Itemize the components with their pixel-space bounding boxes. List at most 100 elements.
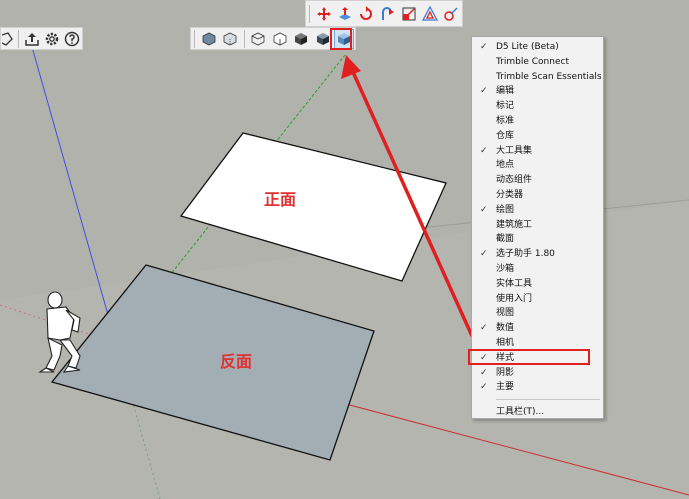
menu-item-label: 使用入门 — [496, 293, 533, 304]
left-toolbar — [0, 27, 83, 50]
menu-item-label: 绘图 — [496, 204, 515, 215]
xray-button[interactable] — [199, 29, 218, 49]
check-icon: ✓ — [480, 204, 488, 215]
menu-item-18[interactable]: 视图 — [472, 306, 603, 320]
menu-item-16[interactable]: 实体工具 — [472, 277, 603, 291]
menu-item-toolbars-dialog[interactable]: 工具栏(T)... — [472, 405, 603, 419]
menu-item-7[interactable]: ✓ 大工具集 — [472, 144, 603, 158]
check-icon: ✓ — [480, 42, 488, 52]
menu-item-label: 视图 — [496, 308, 515, 319]
menu-item-14[interactable]: ✓ 选子助手 1.80 — [472, 247, 603, 261]
toolbar-separator — [243, 29, 245, 48]
xray-icon — [202, 32, 216, 45]
highlight-box-style-button — [330, 28, 352, 50]
menu-item-19[interactable]: ✓ 数值 — [472, 321, 603, 335]
menu-item-label: 相机 — [496, 338, 515, 348]
wireframe-button[interactable] — [249, 29, 268, 49]
menu-item-0[interactable]: ✓ D5 Lite (Beta) — [472, 40, 603, 54]
menu-item-label: 数值 — [496, 323, 515, 334]
settings-button[interactable] — [43, 29, 61, 49]
top-toolbar — [305, 0, 463, 27]
rotate-tool-button[interactable] — [357, 4, 376, 24]
push-pull-tool-button[interactable] — [335, 4, 354, 24]
menu-item-5[interactable]: 标准 — [472, 114, 603, 128]
highlight-box-styles-item — [468, 349, 590, 365]
offset-icon — [422, 5, 439, 21]
partial-tool-button[interactable] — [2, 29, 14, 49]
tape-measure-icon — [444, 6, 458, 21]
menu-item-label: 选子助手 1.80 — [496, 249, 555, 260]
menu-item-9[interactable]: 动态组件 — [472, 173, 603, 187]
check-icon: ✓ — [480, 323, 488, 334]
move-icon — [316, 6, 331, 21]
partial-icon — [2, 31, 13, 46]
menu-item-6[interactable]: 仓库 — [472, 129, 603, 143]
check-icon: ✓ — [480, 145, 488, 156]
shaded-icon — [295, 32, 308, 45]
follow-me-tool-button[interactable] — [378, 4, 397, 24]
menu-item-2[interactable]: Trimble Scan Essentials — [472, 70, 603, 84]
rotate-icon — [360, 5, 373, 20]
upload-button[interactable] — [23, 29, 41, 49]
check-icon: ✓ — [480, 382, 488, 393]
menu-item-label: 标记 — [496, 101, 515, 112]
menu-item-label: 工具栏(T)... — [496, 407, 545, 418]
hidden-line-icon — [273, 32, 287, 45]
back-edges-icon — [223, 32, 237, 45]
scale-tool-button[interactable] — [399, 4, 418, 24]
menu-item-10[interactable]: 分类器 — [472, 188, 603, 202]
menu-item-label: 标准 — [496, 116, 515, 126]
menu-item-label: 仓库 — [496, 130, 515, 141]
menu-item-label: 主要 — [496, 382, 515, 393]
menu-item-label: Trimble Scan Essentials — [496, 71, 602, 82]
settings-icon — [45, 32, 59, 45]
menu-item-1[interactable]: Trimble Connect — [472, 55, 603, 69]
menu-item-label: 阴影 — [496, 367, 515, 378]
menu-item-label: 建筑施工 — [496, 219, 533, 230]
help-icon — [64, 31, 80, 46]
menu-item-label: 截面 — [496, 234, 515, 245]
follow-me-icon — [381, 6, 394, 20]
check-icon: ✓ — [480, 86, 488, 97]
offset-tool-button[interactable] — [420, 4, 439, 24]
menu-item-label: 大工具集 — [496, 145, 533, 156]
menu-item-13[interactable]: 截面 — [472, 232, 603, 246]
front-face-label: 正面 — [264, 190, 297, 209]
hidden-line-button[interactable] — [270, 29, 289, 49]
menu-item-label: 动态组件 — [496, 175, 533, 186]
help-button[interactable] — [63, 29, 81, 49]
toolbar-separator — [18, 29, 19, 48]
push-pull-icon — [338, 6, 351, 20]
menu-item-12[interactable]: 建筑施工 — [472, 218, 603, 232]
menu-item-17[interactable]: 使用入门 — [472, 292, 603, 306]
menu-item-label: 地点 — [496, 160, 515, 171]
menu-item-23[interactable]: ✓ 主要 — [472, 380, 603, 394]
annotation-arrow-head — [341, 55, 361, 79]
toolbar-grip — [309, 4, 310, 23]
menu-item-label: 实体工具 — [496, 278, 533, 289]
back-face-label: 反面 — [220, 352, 253, 371]
upload-icon — [25, 32, 39, 46]
menu-item-3[interactable]: ✓ 编辑 — [472, 84, 603, 98]
back-edges-button[interactable] — [220, 29, 239, 49]
menu-item-label: 编辑 — [496, 86, 515, 97]
shaded-button[interactable] — [292, 29, 311, 49]
wireframe-icon — [252, 32, 265, 45]
menu-item-4[interactable]: 标记 — [472, 99, 603, 113]
scale-icon — [402, 7, 416, 20]
menu-item-20[interactable]: 相机 — [472, 336, 603, 350]
shaded-textures-icon — [316, 32, 329, 45]
move-tool-button[interactable] — [314, 4, 333, 24]
check-icon: ✓ — [480, 367, 488, 378]
menu-item-15[interactable]: 沙箱 — [472, 262, 603, 276]
check-icon: ✓ — [480, 249, 488, 260]
tape-measure-tool-button[interactable] — [442, 4, 461, 24]
menu-item-8[interactable]: 地点 — [472, 158, 603, 172]
menu-item-11[interactable]: ✓ 绘图 — [472, 203, 603, 217]
menu-separator — [496, 399, 600, 401]
menu-item-label: 分类器 — [496, 190, 524, 200]
menu-item-label: Trimble Connect — [496, 56, 569, 67]
menu-item-22[interactable]: ✓ 阴影 — [472, 366, 603, 380]
menu-item-label: 沙箱 — [496, 264, 515, 274]
toolbar-grip — [194, 29, 195, 48]
